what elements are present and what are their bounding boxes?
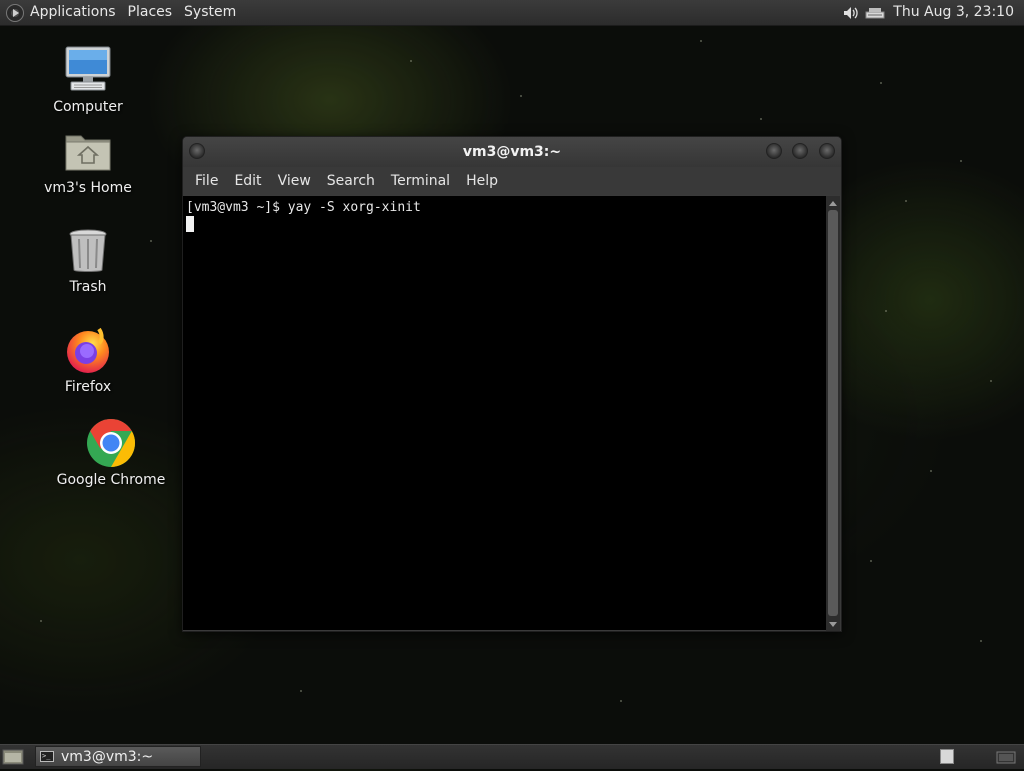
firefox-icon: [33, 325, 143, 375]
desktop-icon-firefox[interactable]: Firefox: [33, 325, 143, 395]
network-icon[interactable]: [863, 0, 887, 25]
minimize-button[interactable]: [766, 143, 782, 159]
desktop-icon-label: vm3's Home: [44, 180, 132, 196]
chrome-icon: [56, 418, 166, 468]
desktop-icon-label: Google Chrome: [56, 472, 166, 488]
window-menu-button[interactable]: [189, 143, 205, 159]
star: [520, 95, 522, 97]
trash-applet-icon[interactable]: [995, 749, 1017, 765]
star: [990, 380, 992, 382]
volume-icon[interactable]: [839, 0, 863, 25]
terminal-scrollbar[interactable]: [826, 196, 840, 631]
menu-search[interactable]: Search: [319, 167, 383, 195]
scroll-down-arrow-icon[interactable]: [829, 622, 837, 627]
star: [700, 40, 702, 42]
clock[interactable]: Thu Aug 3, 23:10: [887, 0, 1024, 25]
home-folder-icon: [33, 126, 143, 176]
menu-system[interactable]: System: [178, 0, 242, 25]
show-desktop-icon[interactable]: [2, 747, 24, 767]
window-title: vm3@vm3:~: [462, 144, 562, 160]
star: [760, 118, 762, 120]
maximize-button[interactable]: [792, 143, 808, 159]
star: [885, 310, 887, 312]
terminal-menubar: File Edit View Search Terminal Help: [183, 167, 841, 195]
prompt-line: [vm3@vm3 ~]$ yay -S xorg-xinit: [186, 200, 421, 215]
menu-file[interactable]: File: [187, 167, 226, 195]
window-titlebar[interactable]: vm3@vm3:~: [183, 137, 841, 167]
star: [905, 200, 907, 202]
star: [40, 620, 42, 622]
applications-logo-icon[interactable]: [6, 3, 24, 22]
taskbar-item-terminal[interactable]: >_ vm3@vm3:~: [35, 746, 201, 767]
menu-view[interactable]: View: [270, 167, 319, 195]
star: [300, 690, 302, 692]
desktop-icon-label: Trash: [69, 279, 107, 295]
menu-help[interactable]: Help: [458, 167, 506, 195]
terminal-output[interactable]: [vm3@vm3 ~]$ yay -S xorg-xinit: [183, 196, 826, 630]
terminal-window[interactable]: vm3@vm3:~ File Edit View Search Terminal…: [182, 136, 842, 632]
star: [870, 560, 872, 562]
trash-icon: [33, 227, 143, 275]
star: [150, 240, 152, 242]
desktop-icon-label: Firefox: [64, 379, 112, 395]
desktop-icon-computer[interactable]: Computer: [33, 45, 143, 115]
desktop-icon-trash[interactable]: Trash: [33, 227, 143, 295]
workspace-switcher[interactable]: [940, 749, 954, 764]
star: [930, 470, 932, 472]
main-menu: Applications Places System: [0, 0, 242, 25]
star: [960, 160, 962, 162]
menu-edit[interactable]: Edit: [226, 167, 269, 195]
star: [880, 82, 882, 84]
menu-applications[interactable]: Applications: [24, 0, 122, 25]
menu-places[interactable]: Places: [122, 0, 179, 25]
star: [980, 640, 982, 642]
computer-icon: [33, 45, 143, 95]
scroll-up-arrow-icon[interactable]: [829, 201, 837, 206]
system-tray: Thu Aug 3, 23:10: [839, 0, 1024, 25]
top-panel: Applications Places System Thu Aug 3, 23…: [0, 0, 1024, 26]
desktop-icon-chrome[interactable]: Google Chrome: [56, 418, 166, 488]
star: [410, 60, 412, 62]
desktop-icon-label: Computer: [53, 99, 123, 115]
menu-terminal[interactable]: Terminal: [383, 167, 458, 195]
scroll-thumb[interactable]: [828, 210, 838, 616]
text-cursor: [186, 216, 194, 232]
desktop-icon-home[interactable]: vm3's Home: [33, 126, 143, 196]
star: [620, 700, 622, 702]
taskbar-item-label: vm3@vm3:~: [61, 748, 154, 765]
close-button[interactable]: [819, 143, 835, 159]
bottom-panel: >_ vm3@vm3:~: [0, 744, 1024, 769]
terminal-icon: >_: [40, 751, 54, 762]
